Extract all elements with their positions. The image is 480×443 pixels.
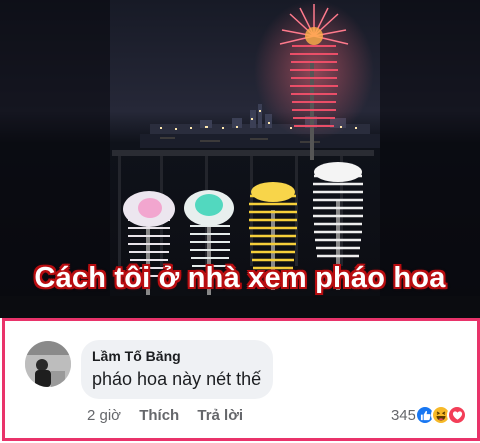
comment-timestamp[interactable]: 2 giờ — [87, 407, 121, 424]
reaction-summary[interactable]: 345 — [391, 405, 467, 425]
avatar[interactable] — [25, 341, 71, 387]
comment-container: Lầm Tố Băng pháo hoa này nét thế 2 giờ T… — [2, 318, 480, 441]
reply-button[interactable]: Trả lời — [197, 407, 243, 424]
love-icon — [447, 405, 467, 425]
profile-photo — [25, 341, 71, 387]
reaction-count: 345 — [390, 406, 416, 424]
comment-actions: 2 giờ Thích Trả lời — [87, 407, 257, 424]
post-photo[interactable]: Cách tôi ở nhà xem pháo hoa — [0, 0, 480, 318]
comment-author[interactable]: Lầm Tố Băng — [92, 347, 261, 365]
comment-text: pháo hoa này nét thế — [92, 369, 262, 389]
like-button[interactable]: Thích — [139, 407, 179, 424]
image-caption: Cách tôi ở nhà xem pháo hoa — [34, 262, 446, 294]
comment-bubble: Lầm Tố Băng pháo hoa này nét thế — [81, 340, 274, 399]
